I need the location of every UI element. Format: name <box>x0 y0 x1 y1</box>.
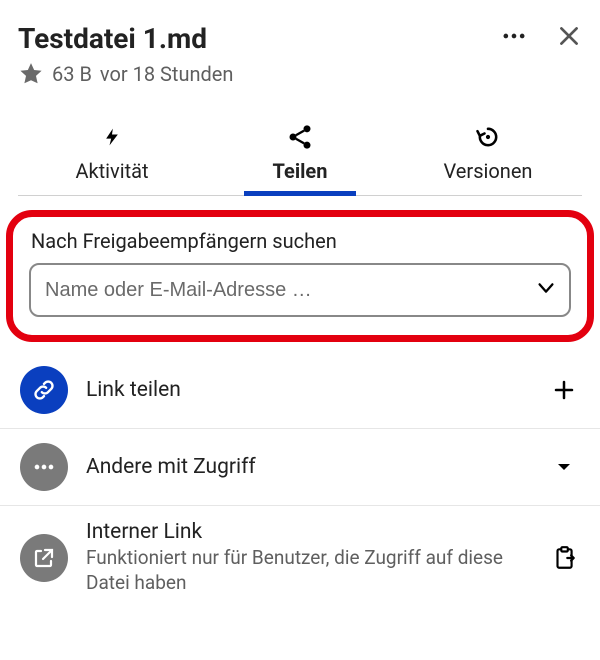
tab-versions-label: Versionen <box>394 159 582 183</box>
others-access-label: Andere mit Zugriff <box>86 455 530 479</box>
file-size: 63 B <box>52 62 92 86</box>
file-age: vor 18 Stunden <box>100 62 234 86</box>
internal-link-row[interactable]: Interner Link Funktioniert nur für Benut… <box>0 506 600 609</box>
copy-clipboard-icon[interactable] <box>548 545 580 571</box>
file-title: Testdatei 1.md <box>18 22 207 55</box>
search-recipients-label: Nach Freigabeempfängern suchen <box>31 229 571 253</box>
others-access-row[interactable]: Andere mit Zugriff <box>0 429 600 506</box>
close-icon[interactable] <box>556 23 582 49</box>
more-actions-icon[interactable] <box>500 22 528 50</box>
add-share-link-icon[interactable] <box>548 378 580 402</box>
more-dots-icon <box>20 443 68 491</box>
tab-share-label: Teilen <box>206 159 394 183</box>
lightning-icon <box>18 121 206 153</box>
share-link-row[interactable]: Link teilen <box>0 352 600 429</box>
share-recipient-input[interactable] <box>29 263 571 317</box>
file-meta: 63 B vor 18 Stunden <box>18 61 582 87</box>
caret-down-icon[interactable] <box>548 458 580 476</box>
tab-versions[interactable]: Versionen <box>394 115 582 195</box>
history-icon <box>394 121 582 153</box>
share-icon <box>206 121 394 153</box>
favorite-star-icon[interactable] <box>18 61 44 87</box>
tab-share[interactable]: Teilen <box>206 115 394 195</box>
tab-activity-label: Aktivität <box>18 159 206 183</box>
share-link-label: Link teilen <box>86 378 530 402</box>
external-link-icon <box>20 534 68 582</box>
internal-link-subtitle: Funktioniert nur für Benutzer, die Zugri… <box>86 546 530 595</box>
internal-link-title: Interner Link <box>86 520 530 544</box>
tab-activity[interactable]: Aktivität <box>18 115 206 195</box>
search-highlight: Nach Freigabeempfängern suchen <box>6 210 594 342</box>
chevron-down-icon[interactable] <box>535 277 557 303</box>
link-icon <box>20 366 68 414</box>
